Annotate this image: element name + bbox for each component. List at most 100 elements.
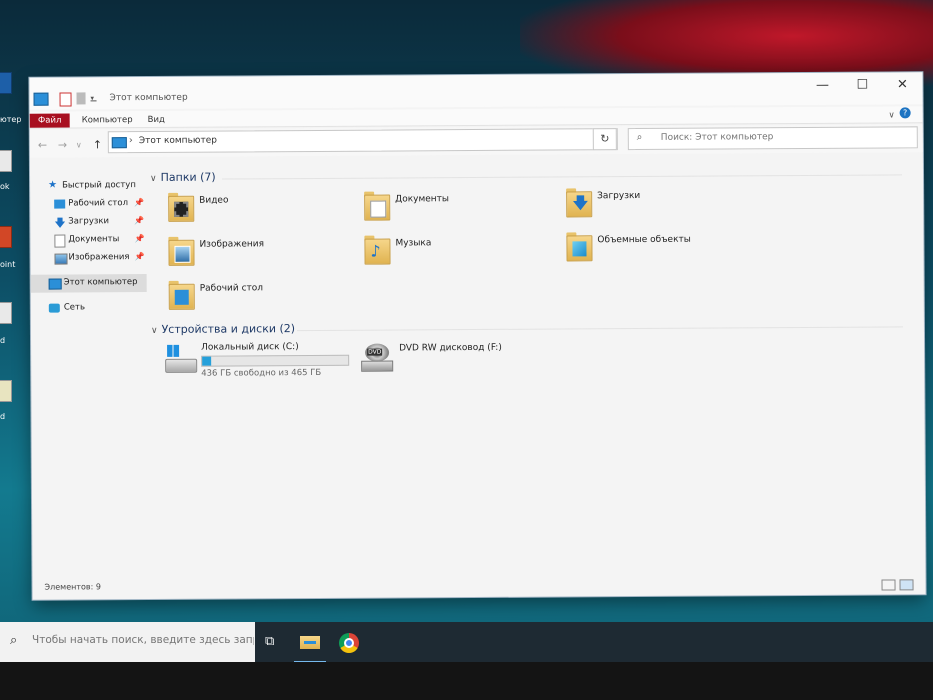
folder-3d-objects[interactable]: Объемные объекты — [564, 229, 764, 270]
sidebar-item-network[interactable]: Сеть — [31, 299, 147, 318]
breadcrumb-separator-icon[interactable]: › — [129, 135, 133, 146]
large-icons-view-icon[interactable] — [899, 579, 914, 591]
pin-icon: 📌 — [134, 252, 145, 262]
drive-free-space: 436 ГБ свободно из 465 ГБ — [201, 367, 322, 379]
dvd-drive-icon: DVD — [361, 343, 394, 372]
folder-video[interactable]: Видео — [166, 190, 366, 231]
folders-group-header[interactable]: ∨ Папки (7) — [150, 166, 910, 184]
folder-desktop[interactable]: Рабочий стол — [167, 278, 367, 319]
desktop-shortcut-icon[interactable] — [0, 302, 12, 324]
drive-c[interactable]: Локальный диск (C:) 436 ГБ свободно из 4… — [163, 342, 363, 383]
sidebar-item-label: Документы — [68, 234, 120, 245]
hard-drive-icon — [165, 344, 198, 373]
desktop-shortcut-label: ok — [0, 182, 10, 191]
folder-label: Объемные объекты — [597, 234, 691, 246]
navigation-pane: ★ Быстрый доступ Рабочий стол 📌 🡇 Загруз… — [30, 167, 150, 568]
sidebar-item-downloads[interactable]: 🡇 Загрузки 📌 — [30, 213, 146, 232]
file-explorer-taskbar-icon[interactable] — [294, 634, 326, 663]
desktop-shortcut-label: ютер — [0, 115, 22, 124]
tab-view[interactable]: Вид — [148, 113, 165, 127]
tab-computer[interactable]: Компьютер — [82, 113, 133, 127]
sidebar-item-label: Изображения — [68, 252, 130, 263]
desktop-folder-icon — [167, 279, 195, 310]
address-bar[interactable]: › Этот компьютер ∨ — [107, 128, 618, 154]
folder-label: Музыка — [395, 238, 432, 249]
this-pc-icon — [111, 137, 127, 149]
folder-music[interactable]: ♪ Музыка — [362, 232, 562, 273]
pin-icon: 📌 — [134, 198, 145, 208]
3d-objects-folder-icon — [564, 230, 593, 262]
sidebar-item-label: Загрузки — [68, 216, 110, 227]
search-icon: ⌕ — [10, 633, 18, 648]
desktop-shortcut-icon[interactable] — [0, 380, 12, 402]
folder-label: Загрузки — [597, 191, 641, 202]
sidebar-item-desktop[interactable]: Рабочий стол 📌 — [30, 195, 146, 214]
documents-folder-icon — [362, 190, 391, 221]
properties-quick-icon[interactable] — [59, 92, 72, 107]
chrome-icon[interactable] — [339, 633, 359, 653]
sidebar-item-quick-access[interactable]: ★ Быстрый доступ — [30, 177, 146, 196]
downloads-folder-icon: 🡇 — [564, 186, 593, 218]
details-view-icon[interactable] — [881, 579, 896, 591]
recent-locations-chevron-icon[interactable]: ∨ — [76, 140, 82, 149]
ribbon-expand-chevron-icon[interactable]: ∨ — [888, 108, 894, 122]
drive-label: DVD RW дисковод (F:) — [399, 342, 502, 354]
monitor-bezel — [0, 662, 933, 700]
customize-quick-access-icon[interactable]: ▾ — [90, 94, 97, 102]
new-folder-quick-icon[interactable] — [76, 92, 86, 105]
taskbar-search-box[interactable]: ⌕ — [0, 622, 256, 662]
folder-downloads[interactable]: 🡇 Загрузки — [564, 185, 764, 226]
dvd-label: DVD — [367, 348, 383, 356]
close-button[interactable]: ✕ — [882, 75, 922, 95]
drive-usage-fill — [202, 356, 212, 366]
sidebar-item-documents[interactable]: Документы 📌 — [30, 231, 146, 250]
desktop-shortcut-label: d — [0, 412, 6, 421]
drive-f[interactable]: DVD DVD RW дисковод (F:) — [361, 340, 561, 381]
desktop-shortcut-icon[interactable] — [0, 72, 12, 94]
folder-label: Видео — [199, 195, 229, 206]
folder-label: Изображения — [199, 239, 265, 250]
pin-icon: 📌 — [134, 234, 145, 244]
collapse-chevron-icon[interactable]: ∨ — [151, 326, 158, 336]
search-icon: ⌕ — [636, 131, 643, 144]
image-icon — [54, 253, 68, 265]
sidebar-item-label: Рабочий стол — [68, 198, 129, 209]
minimize-button[interactable]: — — [802, 76, 842, 96]
folder-pictures[interactable]: Изображения — [166, 234, 366, 275]
up-arrow-icon[interactable]: ↑ — [93, 138, 102, 151]
search-box[interactable]: ⌕ — [627, 126, 918, 151]
collapse-chevron-icon[interactable]: ∨ — [150, 174, 157, 184]
group-divider — [222, 174, 903, 180]
pictures-folder-icon — [166, 235, 195, 266]
breadcrumb-this-pc[interactable]: Этот компьютер — [139, 136, 217, 146]
desktop-shortcut-label: d — [0, 336, 6, 345]
search-input[interactable] — [658, 130, 903, 144]
refresh-button[interactable]: ↻ — [592, 128, 617, 151]
desktop-shortcut-label: oint — [0, 260, 16, 269]
drives-group-header[interactable]: ∨ Устройства и диски (2) — [151, 318, 911, 336]
taskbar: ⌕ ⧉ — [0, 622, 933, 663]
folder-label: Документы — [395, 194, 450, 205]
group-title: Устройства и диски (2) — [161, 322, 296, 336]
sidebar-item-label: Этот компьютер — [63, 277, 138, 288]
sidebar-item-pictures[interactable]: Изображения 📌 — [30, 249, 146, 268]
help-icon[interactable]: ? — [899, 107, 911, 119]
music-folder-icon: ♪ — [362, 234, 391, 265]
drive-usage-bar — [201, 354, 350, 367]
desktop-shortcut-icon[interactable] — [0, 226, 12, 248]
taskbar-search-input[interactable] — [30, 633, 256, 647]
document-icon — [54, 234, 66, 248]
folder-documents[interactable]: Документы — [362, 188, 562, 229]
desktop-icon — [54, 199, 66, 209]
sidebar-item-this-pc[interactable]: Этот компьютер — [30, 274, 147, 293]
forward-arrow-icon[interactable]: → — [58, 139, 67, 152]
group-title: Папки (7) — [160, 170, 216, 184]
maximize-button[interactable]: ☐ — [842, 76, 882, 96]
navigation-bar: ← → ∨ ↑ › Этот компьютер ∨ ↻ ⌕ — [29, 124, 923, 158]
download-icon: 🡇 — [54, 216, 66, 230]
sidebar-item-label: Сеть — [63, 302, 85, 313]
desktop-shortcut-icon[interactable] — [0, 150, 12, 172]
task-view-icon[interactable]: ⧉ — [265, 634, 281, 649]
tab-file[interactable]: Файл — [29, 113, 70, 128]
back-arrow-icon[interactable]: ← — [38, 139, 47, 152]
